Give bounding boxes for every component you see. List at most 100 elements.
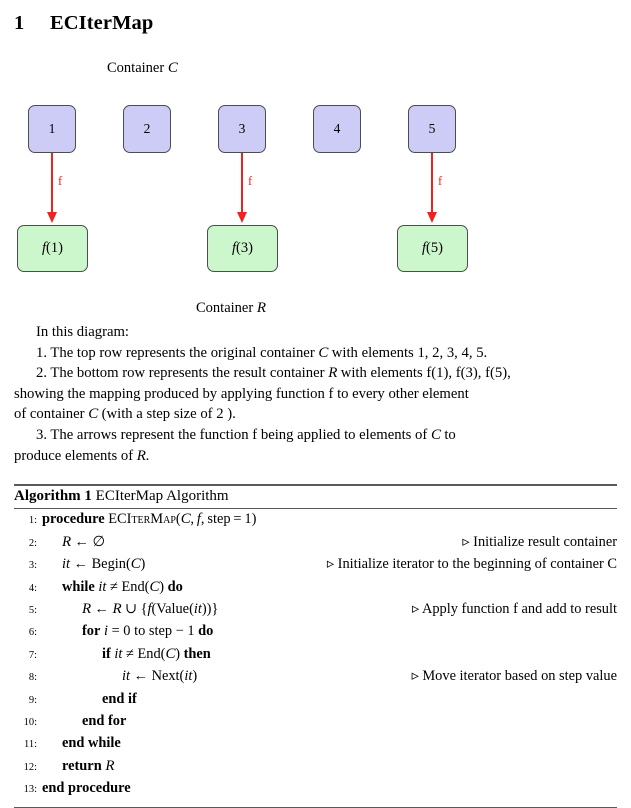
algorithm-line: 1 procedure ECIterMap(C, f, step = 1) bbox=[14, 511, 617, 533]
algorithm-caption-label: Algorithm 1 bbox=[14, 487, 92, 504]
container-c-symbol: C bbox=[167, 60, 178, 76]
algorithm-line: 2 R ← ∅ ▹ Initialize result container bbox=[14, 534, 617, 556]
algorithm-caption-text: ECIterMap Algorithm bbox=[95, 487, 229, 504]
explanation-item-3-post: to bbox=[440, 426, 456, 443]
algorithm-line: 9 end if bbox=[14, 691, 617, 713]
source-node-label: 3 bbox=[238, 121, 246, 136]
result-node[interactable]: f(1) bbox=[17, 225, 88, 272]
explanation-item-2-line2: showing the mapping produced by applying… bbox=[14, 385, 469, 402]
explanation-item-2-line3-post: (with a step size of 2 ). bbox=[97, 406, 236, 423]
algorithm-line: 7 if it ≠ End(C) then bbox=[14, 646, 617, 668]
result-node-label: f(5) bbox=[422, 240, 443, 257]
map-arrow-head-icon bbox=[237, 212, 247, 223]
explanation-item-3-pre: 3. The arrows represent the function f b… bbox=[36, 426, 431, 443]
result-node-label: f(3) bbox=[232, 240, 253, 257]
explanation-item-3-line2-pre: produce elements of bbox=[14, 447, 137, 464]
explanation-item-2-line3: of container C (with a step size of 2 ). bbox=[14, 404, 617, 425]
source-node-label: 1 bbox=[48, 121, 56, 136]
explanation-item-2-line3-symbol: C bbox=[88, 406, 98, 423]
result-node[interactable]: f(3) bbox=[207, 225, 278, 272]
algorithm-line: 5 R ← R ∪ {f(Value(it))} ▹ Apply functio… bbox=[14, 601, 617, 623]
algorithm-line-code: procedure ECIterMap(C, f, step = 1) bbox=[42, 511, 257, 528]
algorithm-line-comment: ▹ Move iterator based on step value bbox=[411, 668, 617, 685]
explanation-item-2-post: with elements f(1), f(3), f(5), bbox=[337, 365, 511, 382]
algorithm-block: Algorithm 1 ECIterMap Algorithm 1 proced… bbox=[14, 484, 617, 808]
algorithm-line-number: 1 bbox=[14, 515, 42, 526]
algorithm-line-code: it ← Begin(C) bbox=[62, 556, 146, 573]
algorithm-line-code: end while bbox=[62, 735, 121, 752]
algorithm-line-code: end for bbox=[82, 713, 127, 729]
explanation-item-3: 3. The arrows represent the function f b… bbox=[14, 425, 617, 446]
explanation-item-2-symbol: R bbox=[328, 365, 338, 382]
algorithm-line-comment: ▹ Initialize result container bbox=[462, 533, 617, 550]
algorithm-line: 10 end for bbox=[14, 713, 617, 735]
map-arrow-label: f bbox=[438, 174, 443, 188]
explanation-item-2-line3-pre: of container bbox=[14, 406, 89, 423]
result-node-arg: (1) bbox=[46, 240, 63, 256]
algorithm-line-comment: ▹ Initialize iterator to the beginning o… bbox=[326, 556, 617, 573]
result-node-arg: (3) bbox=[236, 240, 253, 256]
algorithm-line-number: 2 bbox=[14, 538, 42, 549]
algorithm-line-code: end if bbox=[102, 690, 137, 707]
source-node[interactable]: 2 bbox=[123, 105, 171, 153]
algorithm-line: 12 return R bbox=[14, 758, 617, 780]
explanation-item-2-pre: 2. The bottom row represents the result … bbox=[36, 365, 329, 382]
algorithm-line: 13 end procedure bbox=[14, 780, 617, 802]
container-r-label: Container R bbox=[196, 300, 266, 317]
algorithm-line-number: 6 bbox=[14, 627, 42, 638]
explanation-item-2: 2. The bottom row represents the result … bbox=[14, 363, 617, 384]
explanation-item-3-line2: produce elements of R. bbox=[14, 446, 617, 467]
explanation-item-1-symbol: C bbox=[318, 344, 329, 361]
explanation-item-3-line2-post: . bbox=[145, 447, 150, 464]
explanation-item-1-pre: 1. The top row represents the original c… bbox=[36, 344, 319, 361]
algorithm-line-code: for i = 0 to step − 1 do bbox=[82, 623, 214, 640]
algorithm-line: 3 it ← Begin(C) ▹ Initialize iterator to… bbox=[14, 556, 617, 578]
algorithm-line-number: 12 bbox=[14, 762, 42, 773]
algorithm-line: 6 for i = 0 to step − 1 do bbox=[14, 623, 617, 645]
result-node[interactable]: f(5) bbox=[397, 225, 468, 272]
algorithm-line-number: 3 bbox=[14, 560, 42, 571]
eciter-map-diagram: Container C 1 2 3 4 5 f f f f(1) f(3) f(… bbox=[0, 52, 631, 317]
algorithm-line-number: 9 bbox=[14, 695, 42, 706]
algorithm-caption: Algorithm 1 ECIterMap Algorithm bbox=[14, 486, 617, 508]
algorithm-line-code: if it ≠ End(C) then bbox=[102, 645, 211, 662]
explanation-item-1-post: with elements 1, 2, 3, 4, 5. bbox=[328, 344, 488, 361]
map-arrow-line bbox=[51, 153, 53, 214]
map-arrow-label: f bbox=[58, 174, 63, 188]
source-node-label: 2 bbox=[143, 121, 151, 136]
algorithm-line: 8 it ← Next(it) ▹ Move iterator based on… bbox=[14, 668, 617, 690]
section-title-text: ECIterMap bbox=[50, 12, 154, 34]
algorithm-line-code: R ← R ∪ {f(Value(it))} bbox=[82, 601, 219, 618]
explanation-item-3-line2-symbol: R bbox=[136, 447, 146, 464]
explanation-intro: In this diagram: bbox=[36, 324, 130, 340]
page-title: 1 ECIterMap bbox=[14, 12, 153, 35]
algorithm-lines: 1 procedure ECIterMap(C, f, step = 1) 2 … bbox=[14, 508, 617, 806]
source-node[interactable]: 3 bbox=[218, 105, 266, 153]
algorithm-line-code: R ← ∅ bbox=[62, 533, 105, 550]
diagram-explanation: In this diagram: 1. The top row represen… bbox=[14, 322, 617, 466]
source-node[interactable]: 5 bbox=[408, 105, 456, 153]
container-c-label-text: Container bbox=[107, 60, 165, 76]
map-arrow-line bbox=[241, 153, 243, 214]
map-arrow-head-icon bbox=[427, 212, 437, 223]
algorithm-line-code: return R bbox=[62, 757, 115, 774]
algorithm-line: 11 end while bbox=[14, 735, 617, 757]
algorithm-line-number: 13 bbox=[14, 784, 42, 795]
source-node[interactable]: 1 bbox=[28, 105, 76, 153]
result-node-arg: (5) bbox=[426, 240, 443, 256]
result-node-label: f(1) bbox=[42, 240, 63, 257]
algorithm-line-number: 7 bbox=[14, 650, 42, 661]
container-r-label-text: Container bbox=[196, 300, 254, 316]
explanation-item-3-symbol: C bbox=[430, 426, 441, 443]
algorithm-line-number: 8 bbox=[14, 672, 42, 683]
algorithm-line-comment: ▹ Apply function f and add to result bbox=[411, 601, 617, 618]
source-node[interactable]: 4 bbox=[313, 105, 361, 153]
algorithm-line-number: 5 bbox=[14, 605, 42, 616]
algorithm-line-number: 4 bbox=[14, 583, 42, 594]
map-arrow-label: f bbox=[248, 174, 253, 188]
algorithm-line: 4 while it ≠ End(C) do bbox=[14, 579, 617, 601]
container-c-label: Container C bbox=[107, 60, 178, 77]
source-node-label: 4 bbox=[333, 121, 341, 136]
explanation-item-1: 1. The top row represents the original c… bbox=[14, 343, 617, 364]
algorithm-line-number: 10 bbox=[14, 717, 42, 728]
